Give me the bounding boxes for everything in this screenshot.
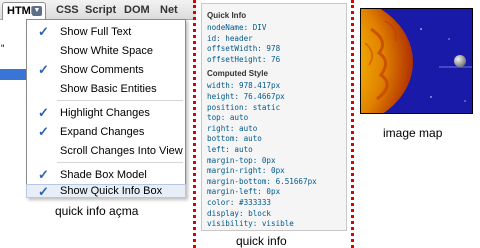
menu-item-highlight-changes[interactable]: ✓ Highlight Changes	[27, 104, 185, 123]
tab-script[interactable]: Script	[85, 4, 116, 16]
qi-margin-bottom: margin-bottom: 6.51667px	[207, 176, 317, 186]
checkmark-icon: ✓	[38, 62, 49, 77]
qi-offset-width: offsetWidth: 978	[207, 44, 281, 54]
tab-html[interactable]: HTML ▼	[2, 2, 46, 20]
menu-item-expand-changes[interactable]: ✓ Expand Changes	[27, 123, 185, 142]
qi-margin-right: margin-right: 0px	[207, 166, 285, 176]
caption-quick-info: quick info	[236, 234, 287, 248]
caption-quick-info-acma: quick info açma	[55, 204, 139, 218]
tab-css[interactable]: CSS	[56, 4, 79, 16]
code-fragment-quote: "	[0, 44, 6, 54]
menu-item-show-full-text[interactable]: ✓ Show Full Text	[27, 23, 185, 42]
qi-margin-top: margin-top: 0px	[207, 155, 276, 165]
checkmark-icon: ✓	[38, 184, 49, 199]
tab-net[interactable]: Net	[160, 4, 178, 16]
tab-dom[interactable]: DOM	[124, 4, 150, 16]
html-options-menu: ✓ Show Full Text Show White Space ✓ Show…	[26, 19, 186, 199]
checkmark-icon: ✓	[38, 24, 49, 39]
qi-height: height: 76.4667px	[207, 91, 285, 101]
qi-display: display: block	[207, 208, 272, 218]
qi-visibility: visibility: visible	[207, 219, 294, 229]
qi-position: position: static	[207, 102, 281, 112]
menu-item-show-comments[interactable]: ✓ Show Comments	[27, 61, 185, 80]
caption-image-map: image map	[383, 126, 443, 140]
planet-icon	[454, 55, 466, 67]
image-map-graphic	[361, 9, 472, 113]
qi-right: right: auto	[207, 123, 258, 133]
image-map-preview[interactable]	[360, 8, 473, 114]
qi-node-name: nodeName: DIV	[207, 23, 267, 32]
qi-left: left: auto	[207, 144, 253, 154]
checkmark-icon: ✓	[38, 167, 49, 182]
divider-left	[193, 0, 196, 248]
qi-bottom: bottom: auto	[207, 134, 262, 144]
qi-margin-left: margin-left: 0px	[207, 187, 281, 197]
qi-color: color: #333333	[207, 197, 272, 207]
menu-item-show-white-space[interactable]: Show White Space	[27, 42, 185, 61]
menu-item-shade-box-model[interactable]: ✓ Shade Box Model	[27, 166, 185, 185]
firebug-panel: HTML ▼ CSS Script DOM Net " xmlns ✓ Show…	[0, 0, 233, 199]
qi-id: id: header	[207, 33, 253, 43]
quick-info-box: Quick Info nodeName: DIV id: header offs…	[201, 3, 347, 231]
computed-style-title: Computed Style	[207, 69, 268, 79]
quick-info-title: Quick Info	[207, 11, 247, 20]
qi-top: top: auto	[207, 113, 249, 123]
menu-item-scroll-changes-into-view[interactable]: Scroll Changes Into View	[27, 142, 185, 161]
selected-node-highlight	[0, 69, 26, 80]
qi-offset-height: offsetHeight: 76	[207, 54, 281, 64]
menu-item-show-basic-entities[interactable]: Show Basic Entities	[27, 80, 185, 99]
checkmark-icon: ✓	[38, 124, 49, 139]
menu-item-show-quick-info-box[interactable]: ✓ Show Quick Info Box	[26, 184, 186, 199]
menu-separator	[57, 162, 183, 163]
divider-right	[351, 0, 354, 248]
menu-separator	[57, 100, 183, 101]
qi-width: width: 978.417px	[207, 81, 281, 91]
chevron-down-icon[interactable]: ▼	[32, 6, 42, 16]
firebug-tab-bar: HTML ▼ CSS Script DOM Net	[0, 0, 196, 20]
checkmark-icon: ✓	[38, 105, 49, 120]
